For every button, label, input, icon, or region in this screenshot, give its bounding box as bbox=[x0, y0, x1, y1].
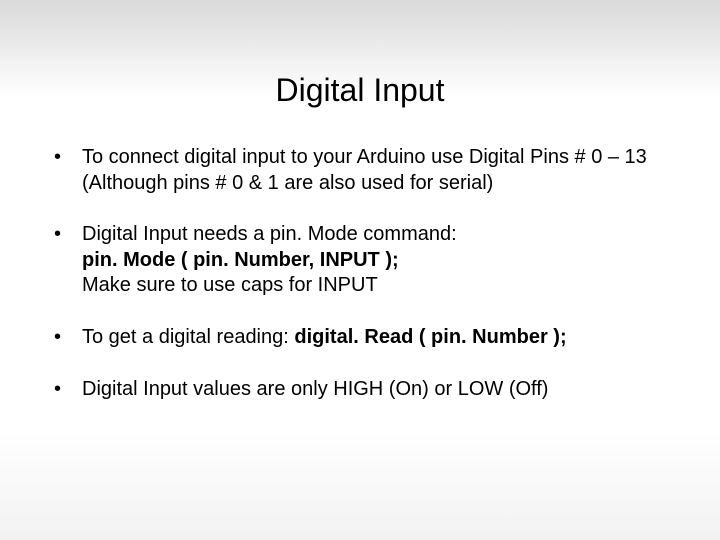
bullet-line: Make sure to use caps for INPUT bbox=[82, 273, 676, 299]
bullet-list: To connect digital input to your Arduino… bbox=[44, 145, 676, 402]
bullet-item-2: Digital Input needs a pin. Mode command:… bbox=[44, 222, 676, 299]
bullet-item-4: Digital Input values are only HIGH (On) … bbox=[44, 377, 676, 403]
slide-title: Digital Input bbox=[44, 72, 676, 109]
code-line: pin. Mode ( pin. Number, INPUT ); bbox=[82, 248, 676, 274]
bullet-text-prefix: To get a digital reading: bbox=[82, 326, 294, 348]
code-inline: digital. Read ( pin. Number ); bbox=[294, 326, 566, 348]
bullet-line: Digital Input needs a pin. Mode command: bbox=[82, 222, 676, 248]
bullet-text: To connect digital input to your Arduino… bbox=[82, 146, 647, 194]
bullet-item-3: To get a digital reading: digital. Read … bbox=[44, 325, 676, 351]
bullet-item-1: To connect digital input to your Arduino… bbox=[44, 145, 676, 196]
slide: Digital Input To connect digital input t… bbox=[0, 0, 720, 540]
bullet-text: Digital Input values are only HIGH (On) … bbox=[82, 378, 548, 400]
